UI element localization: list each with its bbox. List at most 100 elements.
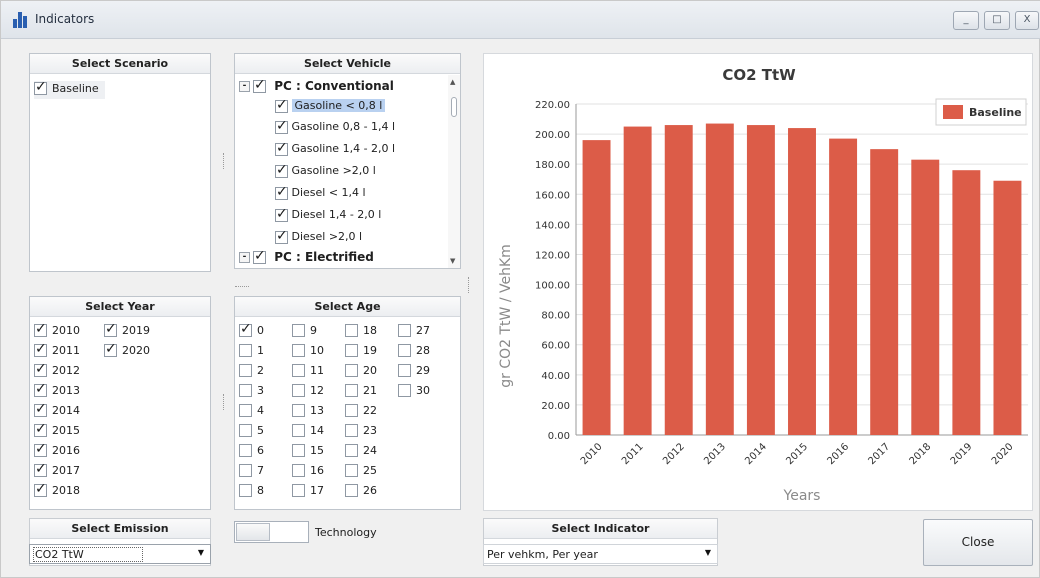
- tree-item[interactable]: Diesel >2,0 l: [275, 228, 362, 249]
- year-item-2012[interactable]: 2012: [34, 361, 80, 381]
- checkbox[interactable]: [345, 383, 358, 397]
- tree-item[interactable]: Gasoline >2,0 l: [275, 162, 376, 183]
- year-item-2018[interactable]: 2018: [34, 481, 80, 501]
- close-button[interactable]: Close: [923, 519, 1033, 566]
- age-item-16[interactable]: 16: [292, 463, 324, 481]
- age-item-4[interactable]: 4: [239, 403, 264, 421]
- checkbox[interactable]: [239, 483, 252, 497]
- checkbox[interactable]: [104, 321, 117, 337]
- close-window-button[interactable]: X: [1015, 11, 1039, 30]
- year-item-2020[interactable]: 2020: [104, 341, 150, 361]
- age-item-18[interactable]: 18: [345, 323, 377, 341]
- age-item-28[interactable]: 28: [398, 343, 430, 361]
- age-item-25[interactable]: 25: [345, 463, 377, 481]
- age-item-13[interactable]: 13: [292, 403, 324, 421]
- age-item-15[interactable]: 15: [292, 443, 324, 461]
- age-item-0[interactable]: 0: [239, 321, 264, 341]
- checkbox[interactable]: [292, 403, 305, 417]
- age-item-23[interactable]: 23: [345, 423, 377, 441]
- vertical-splitter-handle[interactable]: [223, 153, 225, 169]
- age-item-2[interactable]: 2: [239, 363, 264, 381]
- checkbox[interactable]: [345, 363, 358, 377]
- vertical-splitter-handle[interactable]: [468, 277, 470, 293]
- checkbox[interactable]: [345, 423, 358, 437]
- checkbox[interactable]: [292, 483, 305, 497]
- checkbox[interactable]: [292, 363, 305, 377]
- checkbox[interactable]: [398, 363, 411, 377]
- age-item-1[interactable]: 1: [239, 343, 264, 361]
- age-item-17[interactable]: 17: [292, 483, 324, 501]
- maximize-button[interactable]: □: [984, 11, 1010, 30]
- checkbox[interactable]: [275, 162, 288, 178]
- checkbox[interactable]: [398, 343, 411, 357]
- checkbox[interactable]: [275, 184, 288, 200]
- checkbox[interactable]: [34, 441, 47, 457]
- toggle-knob[interactable]: [236, 523, 270, 541]
- tree-group-pc-conventional[interactable]: - PC : Conventional: [239, 77, 394, 98]
- chevron-down-icon[interactable]: ▼: [705, 548, 711, 557]
- age-item-19[interactable]: 19: [345, 343, 377, 361]
- checkbox[interactable]: [292, 423, 305, 437]
- checkbox[interactable]: [292, 323, 305, 337]
- age-item-7[interactable]: 7: [239, 463, 264, 481]
- year-item-2011[interactable]: 2011: [34, 341, 80, 361]
- checkbox[interactable]: [398, 383, 411, 397]
- year-item-2019[interactable]: 2019: [104, 321, 150, 341]
- checkbox[interactable]: [345, 443, 358, 457]
- year-item-2010[interactable]: 2010: [34, 321, 80, 341]
- tree-group-pc-electrified[interactable]: - PC : Electrified: [239, 248, 374, 268]
- indicator-dropdown[interactable]: Per vehkm, Per year ▼: [483, 544, 718, 564]
- checkbox[interactable]: [239, 343, 252, 357]
- age-item-10[interactable]: 10: [292, 343, 324, 361]
- checkbox[interactable]: [292, 343, 305, 357]
- checkbox[interactable]: [275, 97, 288, 113]
- tree-item[interactable]: Gasoline 1,4 - 2,0 l: [275, 140, 395, 161]
- age-item-14[interactable]: 14: [292, 423, 324, 441]
- age-item-21[interactable]: 21: [345, 383, 377, 401]
- tree-item[interactable]: Gasoline 0,8 - 1,4 l: [275, 118, 395, 139]
- scroll-up-icon[interactable]: ▲: [450, 78, 455, 86]
- checkbox[interactable]: [34, 341, 47, 357]
- checkbox[interactable]: [292, 443, 305, 457]
- checkbox[interactable]: [239, 443, 252, 457]
- checkbox[interactable]: [239, 463, 252, 477]
- checkbox[interactable]: [345, 483, 358, 497]
- age-item-5[interactable]: 5: [239, 423, 264, 441]
- checkbox[interactable]: [239, 321, 252, 337]
- checkbox[interactable]: [345, 403, 358, 417]
- checkbox[interactable]: [275, 140, 288, 156]
- year-item-2015[interactable]: 2015: [34, 421, 80, 441]
- checkbox[interactable]: [345, 343, 358, 357]
- checkbox[interactable]: [253, 77, 266, 93]
- tree-item[interactable]: Diesel < 1,4 l: [275, 184, 366, 205]
- year-item-2017[interactable]: 2017: [34, 461, 80, 481]
- checkbox[interactable]: [292, 383, 305, 397]
- checkbox[interactable]: [275, 206, 288, 222]
- scenario-item-baseline[interactable]: Baseline: [34, 79, 105, 99]
- age-item-8[interactable]: 8: [239, 483, 264, 501]
- age-item-9[interactable]: 9: [292, 323, 317, 341]
- age-item-12[interactable]: 12: [292, 383, 324, 401]
- checkbox[interactable]: [239, 383, 252, 397]
- checkbox[interactable]: [239, 403, 252, 417]
- checkbox[interactable]: [34, 361, 47, 377]
- checkbox[interactable]: [239, 363, 252, 377]
- age-item-6[interactable]: 6: [239, 443, 264, 461]
- emission-dropdown[interactable]: CO2 TtW ▼: [29, 544, 211, 564]
- chevron-down-icon[interactable]: ▼: [198, 548, 204, 557]
- checkbox[interactable]: [34, 321, 47, 337]
- year-item-2013[interactable]: 2013: [34, 381, 80, 401]
- tree-item[interactable]: Diesel 1,4 - 2,0 l: [275, 206, 381, 227]
- age-item-30[interactable]: 30: [398, 383, 430, 401]
- vehicle-tree[interactable]: - PC : Conventional Gasoline < 0,8 l Gas…: [235, 75, 448, 268]
- horizontal-splitter-handle[interactable]: [235, 286, 249, 288]
- checkbox[interactable]: [275, 118, 288, 134]
- scroll-down-icon[interactable]: ▼: [450, 257, 455, 265]
- checkbox[interactable]: [34, 461, 47, 477]
- checkbox[interactable]: [34, 481, 47, 497]
- checkbox[interactable]: [34, 401, 47, 417]
- checkbox[interactable]: [34, 421, 47, 437]
- vehicle-scrollbar[interactable]: ▲ ▼: [448, 75, 460, 268]
- checkbox[interactable]: [34, 381, 47, 397]
- year-item-2014[interactable]: 2014: [34, 401, 80, 421]
